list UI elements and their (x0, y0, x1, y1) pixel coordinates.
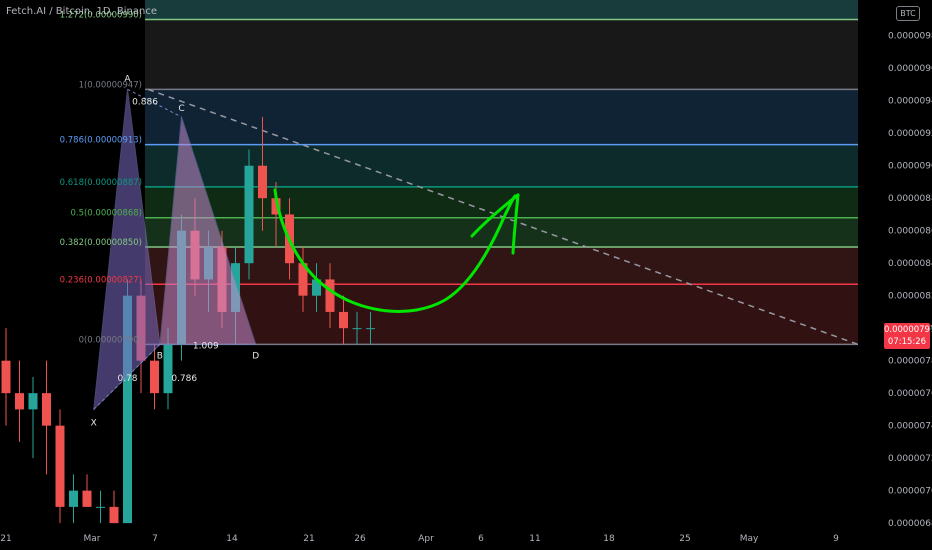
current-price-value: 0.00000797 (884, 325, 932, 335)
time-tick-label: 14 (226, 534, 238, 544)
candle-body (339, 311, 348, 329)
price-tick-label: 0.00000720 (888, 454, 932, 464)
price-axis[interactable]: 0.00000980 0.00000960 0.00000940 0.00000920… (858, 0, 932, 550)
candle-body (1, 360, 11, 394)
candle-body (244, 165, 254, 264)
price-axis-bg (858, 0, 932, 550)
time-tick-label: 21 (303, 534, 314, 544)
harmonic-ratio-label: 0.78 (117, 374, 137, 384)
time-tick-label: 21 (0, 534, 11, 544)
harmonic-point-label: C (178, 104, 184, 114)
fib-band-top (145, 0, 858, 20)
harmonic-ratio-label: 0.886 (132, 98, 158, 108)
price-tick-label: 0.00000740 (888, 422, 932, 432)
candle-body (163, 344, 173, 394)
time-axis[interactable]: 21 Mar 7 14 21 26 Apr 6 11 18 25 May 9 (0, 528, 932, 550)
price-chart[interactable]: XABCD0.8860.78 0.7861.009 1.272(0.0000099… (0, 0, 932, 550)
candle-body (150, 360, 159, 394)
fib-level-label: 1(0.00000947) (79, 80, 142, 90)
time-tick-label: 6 (478, 534, 484, 544)
price-tick-label: 0.00000840 (888, 259, 932, 269)
fib-level-label: 0.382(0.00000850) (60, 238, 142, 248)
fib-level-label: 0.236(0.00000827) (60, 275, 142, 285)
fib-level-label: 0.618(0.00000887) (60, 178, 142, 188)
candle-body (352, 328, 362, 330)
fib-band (145, 89, 858, 145)
time-tick-label: 25 (679, 534, 690, 544)
candle-body (55, 425, 65, 507)
symbol-title: Fetch.AI / Bitcoin, 1D, Binance (6, 6, 157, 17)
fib-level-label: 0.786(0.00000913) (60, 136, 142, 146)
currency-badge[interactable]: BTC (896, 6, 920, 21)
candle-body (15, 393, 24, 410)
time-tick-label: 18 (603, 534, 615, 544)
price-tick-label: 0.00000900 (888, 162, 932, 172)
candle-body (366, 328, 375, 330)
time-tick-label: 7 (152, 534, 158, 544)
price-tick-label: 0.00000700 (888, 487, 932, 497)
time-axis-bg (0, 528, 932, 550)
harmonic-point-label: D (252, 351, 259, 361)
bar-countdown: 07:15:26 (887, 337, 927, 347)
harmonic-point-label: B (157, 351, 163, 361)
harmonic-point-label: X (91, 418, 97, 428)
price-tick-label: 0.00000960 (888, 64, 932, 74)
price-tick-label: 0.00000920 (888, 129, 932, 139)
fib-level-label: 0(0.00000790) (79, 335, 142, 345)
price-tick-label: 0.00000980 (888, 32, 932, 42)
fib-level-label: 0.5(0.00000868) (70, 209, 142, 219)
time-tick-label: May (740, 534, 759, 544)
price-tick-label: 0.00000780 (888, 357, 932, 367)
time-tick-label: Apr (418, 534, 434, 544)
price-tick-label: 0.00000880 (888, 194, 932, 204)
candle-body (82, 490, 92, 507)
harmonic-ratio-label: 1.009 (193, 341, 219, 351)
time-tick-label: 9 (833, 534, 839, 544)
time-tick-label: 26 (354, 534, 366, 544)
harmonic-ratio-label: 0.786 (171, 374, 197, 384)
price-tick-label: 0.00000940 (888, 97, 932, 107)
time-tick-label: 11 (529, 534, 540, 544)
current-price-label: 0.00000797 07:15:26 (884, 323, 932, 349)
price-tick-label: 0.00000820 (888, 292, 932, 302)
price-tick-label: 0.00000760 (888, 389, 932, 399)
time-tick-label: Mar (84, 534, 101, 544)
candle-body (28, 393, 38, 410)
price-tick-label: 0.00000680 (888, 519, 932, 529)
candle-body (109, 506, 119, 524)
price-tick-label: 0.00000860 (888, 227, 932, 237)
candle-body (325, 279, 335, 312)
candle-body (258, 165, 267, 199)
candle-body (42, 393, 51, 426)
candle-body (69, 490, 78, 507)
fib-band (145, 19, 858, 90)
candle-body (96, 506, 105, 508)
